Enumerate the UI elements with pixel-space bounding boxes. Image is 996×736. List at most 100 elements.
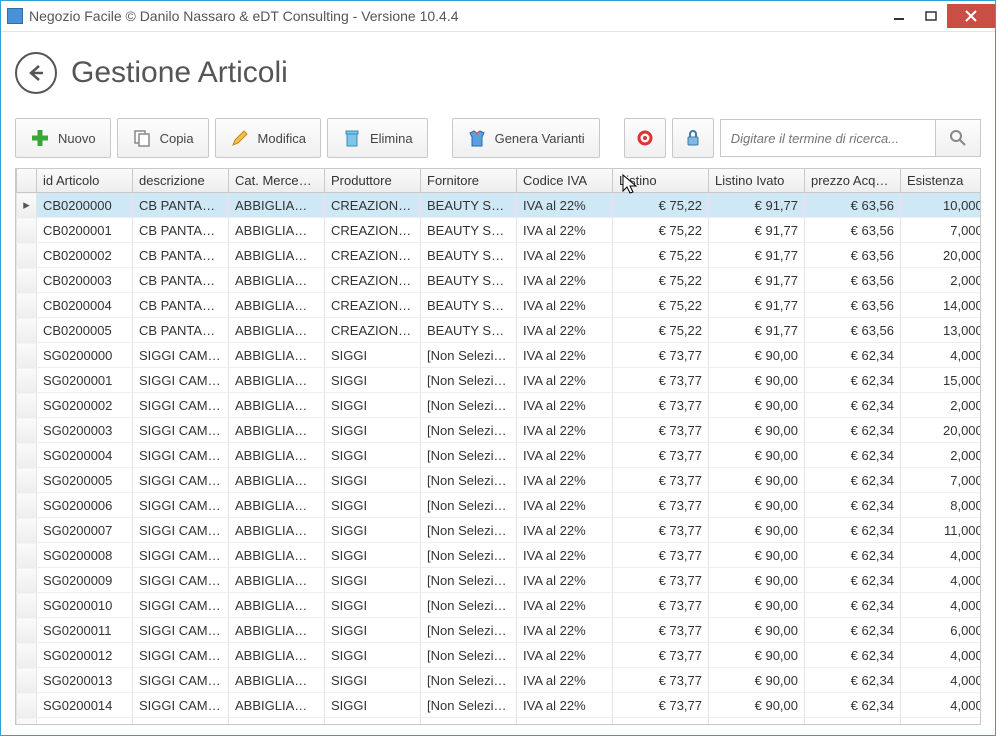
cell[interactable]: € 62,34 xyxy=(805,368,901,393)
cell[interactable]: SIGGI CAMICE xyxy=(133,643,229,668)
cell[interactable]: IVA al 22% xyxy=(517,493,613,518)
cell[interactable]: ABBIGLIAME... xyxy=(229,293,325,318)
cell[interactable]: € 90,00 xyxy=(709,593,805,618)
table-row[interactable]: SG0200012SIGGI CAMICEABBIGLIAME...SIGGI[… xyxy=(17,643,982,668)
cell[interactable]: [Non Selezio... xyxy=(421,393,517,418)
cell[interactable]: SG0200012 xyxy=(37,643,133,668)
cell[interactable]: SIGGI xyxy=(325,543,421,568)
cell[interactable]: SIGGI xyxy=(325,618,421,643)
cell[interactable]: IVA al 22% xyxy=(517,718,613,726)
cell[interactable]: CB0200001 xyxy=(37,218,133,243)
cell[interactable]: € 73,77 xyxy=(613,468,709,493)
cell[interactable]: IVA al 22% xyxy=(517,568,613,593)
cell[interactable]: SIGGI xyxy=(325,518,421,543)
cell[interactable]: € 90,00 xyxy=(709,343,805,368)
cell[interactable]: € 90,00 xyxy=(709,668,805,693)
cell[interactable]: € 73,77 xyxy=(613,568,709,593)
cell[interactable]: SG0200010 xyxy=(37,593,133,618)
col-descrizione[interactable]: descrizione xyxy=(133,169,229,193)
cell[interactable]: 10,0000 xyxy=(901,193,982,218)
cell[interactable]: € 62,34 xyxy=(805,543,901,568)
cell[interactable]: ABBIGLIAME... xyxy=(229,343,325,368)
cell[interactable]: SIGGI xyxy=(325,643,421,668)
cell[interactable]: SIGGI CAMICE xyxy=(133,718,229,726)
cell[interactable]: € 90,00 xyxy=(709,493,805,518)
cell[interactable]: ABBIGLIAME... xyxy=(229,393,325,418)
cell[interactable]: € 73,77 xyxy=(613,393,709,418)
cell[interactable]: [Non Selezio... xyxy=(421,668,517,693)
cell[interactable]: € 90,00 xyxy=(709,618,805,643)
table-row[interactable]: SG0200006SIGGI CAMICEABBIGLIAME...SIGGI[… xyxy=(17,493,982,518)
cell[interactable]: BEAUTY STAR xyxy=(421,268,517,293)
cell[interactable]: € 63,56 xyxy=(805,243,901,268)
cell[interactable]: SIGGI CAMICE xyxy=(133,668,229,693)
cell[interactable]: SIGGI xyxy=(325,443,421,468)
cell[interactable]: € 62,34 xyxy=(805,568,901,593)
cell[interactable]: [Non Selezio... xyxy=(421,518,517,543)
cell[interactable]: € 90,00 xyxy=(709,568,805,593)
cell[interactable]: SIGGI CAMICE xyxy=(133,518,229,543)
cell[interactable]: CB0200005 xyxy=(37,318,133,343)
cell[interactable]: 4,0000 xyxy=(901,343,982,368)
cell[interactable]: € 62,34 xyxy=(805,718,901,726)
table-row[interactable]: SG0200003SIGGI CAMICEABBIGLIAME...SIGGI[… xyxy=(17,418,982,443)
cell[interactable]: € 75,22 xyxy=(613,243,709,268)
search-input[interactable] xyxy=(720,119,935,157)
cell[interactable]: SIGGI xyxy=(325,393,421,418)
cell[interactable]: CB0200004 xyxy=(37,293,133,318)
cell[interactable]: 20,0000 xyxy=(901,243,982,268)
cell[interactable]: € 63,56 xyxy=(805,318,901,343)
cell[interactable]: SIGGI xyxy=(325,568,421,593)
copia-button[interactable]: Copia xyxy=(117,118,209,158)
close-button[interactable] xyxy=(947,4,995,28)
cell[interactable]: € 62,34 xyxy=(805,693,901,718)
cell[interactable]: SIGGI xyxy=(325,343,421,368)
cell[interactable]: CB0200002 xyxy=(37,243,133,268)
elimina-button[interactable]: Elimina xyxy=(327,118,428,158)
cell[interactable]: SIGGI CAMICE xyxy=(133,568,229,593)
cell[interactable]: € 91,77 xyxy=(709,318,805,343)
col-iva[interactable]: Codice IVA xyxy=(517,169,613,193)
cell[interactable]: € 63,56 xyxy=(805,268,901,293)
cell[interactable]: € 90,00 xyxy=(709,543,805,568)
cell[interactable]: 2,0000 xyxy=(901,393,982,418)
cell[interactable]: IVA al 22% xyxy=(517,268,613,293)
cell[interactable]: [Non Selezio... xyxy=(421,593,517,618)
cell[interactable]: 7,0000 xyxy=(901,468,982,493)
cell[interactable]: ABBIGLIAME... xyxy=(229,443,325,468)
cell[interactable]: 14,0000 xyxy=(901,293,982,318)
cell[interactable]: SIGGI CAMICE xyxy=(133,493,229,518)
cell[interactable]: IVA al 22% xyxy=(517,193,613,218)
cell[interactable]: SIGGI CAMICE xyxy=(133,368,229,393)
cell[interactable]: BEAUTY STAR xyxy=(421,218,517,243)
cell[interactable]: € 90,00 xyxy=(709,693,805,718)
cell[interactable]: SIGGI CAMICE xyxy=(133,418,229,443)
col-cat[interactable]: Cat. Merceol... xyxy=(229,169,325,193)
genera-varianti-button[interactable]: Genera Varianti xyxy=(452,118,600,158)
cell[interactable]: 7,0000 xyxy=(901,218,982,243)
cell[interactable]: € 73,77 xyxy=(613,668,709,693)
cell[interactable]: ABBIGLIAME... xyxy=(229,718,325,726)
cell[interactable]: CB PANTALO... xyxy=(133,243,229,268)
cell[interactable]: [Non Selezio... xyxy=(421,468,517,493)
cell[interactable]: SIGGI CAMICE xyxy=(133,693,229,718)
cell[interactable]: ABBIGLIAME... xyxy=(229,243,325,268)
table-row[interactable]: SG0200007SIGGI CAMICEABBIGLIAME...SIGGI[… xyxy=(17,518,982,543)
cell[interactable]: € 73,77 xyxy=(613,518,709,543)
cell[interactable]: € 63,56 xyxy=(805,293,901,318)
cell[interactable]: € 91,77 xyxy=(709,243,805,268)
cell[interactable]: CREAZIONI B... xyxy=(325,243,421,268)
cell[interactable]: SG0200014 xyxy=(37,693,133,718)
cell[interactable]: CREAZIONI B... xyxy=(325,193,421,218)
cell[interactable]: € 90,00 xyxy=(709,718,805,726)
table-row[interactable]: CB0200003CB PANTALO...ABBIGLIAME...CREAZ… xyxy=(17,268,982,293)
cell[interactable]: € 73,77 xyxy=(613,543,709,568)
cell[interactable]: IVA al 22% xyxy=(517,418,613,443)
cell[interactable]: IVA al 22% xyxy=(517,318,613,343)
table-row[interactable]: SG0200001SIGGI CAMICEABBIGLIAME...SIGGI[… xyxy=(17,368,982,393)
cell[interactable]: BEAUTY STAR xyxy=(421,243,517,268)
cell[interactable]: IVA al 22% xyxy=(517,293,613,318)
cell[interactable]: 4,0000 xyxy=(901,643,982,668)
cell[interactable]: SIGGI CAMICE xyxy=(133,543,229,568)
cell[interactable]: SG0200005 xyxy=(37,468,133,493)
